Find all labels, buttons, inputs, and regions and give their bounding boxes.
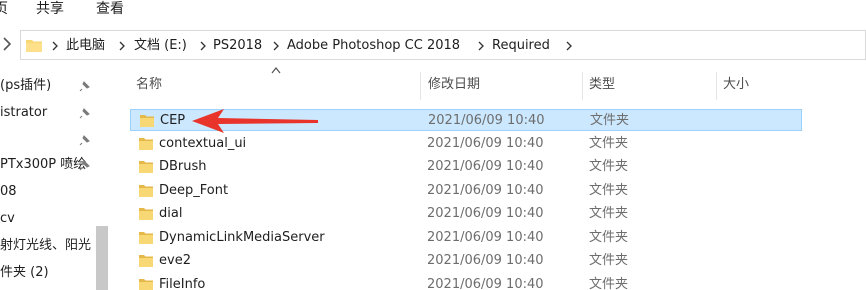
file-name: DBrush — [159, 159, 207, 174]
breadcrumb-required[interactable]: Required — [492, 37, 550, 55]
address-row: 此电脑 文档 (E:) PS2018 Adobe Photoshop CC 20… — [0, 26, 866, 64]
folder-icon — [140, 115, 154, 127]
file-name: FileInfo — [159, 277, 206, 290]
nav-scrollbar[interactable] — [96, 226, 108, 290]
folder-icon — [139, 161, 153, 173]
folder-icon — [139, 279, 153, 290]
folder-icon — [139, 208, 153, 220]
file-name: Deep_Font — [159, 183, 229, 198]
nav-item[interactable]: 射灯光线、阳光 — [0, 237, 91, 255]
file-date: 2021/06/09 10:40 — [427, 277, 544, 290]
column-header-name[interactable]: 名称 — [136, 76, 162, 94]
chevron-right-icon[interactable] — [199, 41, 207, 51]
nav-item[interactable]: 件夹 (2) — [0, 264, 49, 282]
file-type: 文件夹 — [589, 253, 629, 268]
file-row[interactable]: DynamicLinkMediaServer 2021/06/09 10:40 … — [130, 227, 802, 249]
pin-icon[interactable] — [79, 159, 91, 171]
chevron-right-icon[interactable] — [51, 41, 59, 51]
file-row[interactable]: eve2 2021/06/09 10:40 文件夹 — [130, 250, 802, 272]
chevron-right-icon[interactable] — [118, 41, 126, 51]
address-bar[interactable]: 此电脑 文档 (E:) PS2018 Adobe Photoshop CC 20… — [20, 30, 866, 60]
file-type: 文件夹 — [589, 183, 629, 198]
file-date: 2021/06/09 10:40 — [427, 183, 544, 198]
file-type: 文件夹 — [589, 277, 629, 290]
chevron-right-icon[interactable] — [477, 41, 485, 51]
navigation-pane: (ps插件) istrator PTx300P 喷绘 08 cv 射灯光线、阳光… — [0, 66, 110, 290]
ribbon-tabs: 页 共享 查看 — [0, 0, 866, 20]
file-name: dial — [159, 206, 183, 221]
sort-up-icon — [271, 67, 281, 74]
column-divider[interactable] — [716, 72, 717, 100]
ribbon-tab-view[interactable]: 查看 — [96, 0, 124, 18]
folder-icon — [139, 255, 153, 267]
column-divider[interactable] — [420, 72, 421, 100]
file-row[interactable]: DBrush 2021/06/09 10:40 文件夹 — [130, 156, 802, 178]
pin-icon[interactable] — [79, 107, 91, 119]
folder-icon — [139, 138, 153, 150]
column-header-type[interactable]: 类型 — [589, 76, 615, 94]
file-name: contextual_ui — [159, 136, 247, 151]
nav-item[interactable]: PTx300P 喷绘 — [0, 156, 86, 174]
nav-item[interactable]: cv — [0, 210, 15, 228]
file-date: 2021/06/09 10:40 — [427, 136, 544, 151]
file-name: eve2 — [159, 253, 191, 268]
file-type: 文件夹 — [589, 159, 629, 174]
file-date: 2021/06/09 10:40 — [427, 230, 544, 245]
ribbon-tab-partial[interactable]: 页 — [0, 0, 8, 18]
file-date: 2021/06/09 10:40 — [428, 113, 545, 128]
nav-item[interactable]: 08 — [0, 183, 17, 201]
chevron-right-icon[interactable] — [272, 41, 280, 51]
file-date: 2021/06/09 10:40 — [427, 253, 544, 268]
folder-icon — [26, 40, 42, 52]
folder-icon — [139, 232, 153, 244]
file-name: CEP — [160, 113, 186, 128]
file-type: 文件夹 — [590, 113, 630, 128]
file-type: 文件夹 — [589, 136, 629, 151]
file-type: 文件夹 — [589, 230, 629, 245]
annotation-arrow-icon — [192, 109, 318, 133]
breadcrumb-photoshop[interactable]: Adobe Photoshop CC 2018 — [287, 37, 460, 55]
chevron-right-icon[interactable] — [2, 37, 12, 51]
ribbon-tab-share[interactable]: 共享 — [36, 0, 64, 18]
folder-icon — [139, 185, 153, 197]
pin-icon[interactable] — [79, 80, 91, 92]
file-type: 文件夹 — [589, 206, 629, 221]
file-name: DynamicLinkMediaServer — [159, 230, 325, 245]
nav-item[interactable]: (ps插件) — [0, 77, 51, 95]
file-row[interactable]: dial 2021/06/09 10:40 文件夹 — [130, 203, 802, 225]
breadcrumb-ps2018[interactable]: PS2018 — [213, 37, 262, 55]
file-row[interactable]: FileInfo 2021/06/09 10:40 文件夹 — [130, 274, 802, 290]
pin-icon[interactable] — [79, 134, 91, 146]
chevron-right-icon[interactable] — [565, 41, 573, 51]
file-date: 2021/06/09 10:40 — [427, 206, 544, 221]
nav-item[interactable]: istrator — [0, 104, 47, 122]
file-row[interactable]: contextual_ui 2021/06/09 10:40 文件夹 — [130, 133, 802, 155]
column-divider[interactable] — [582, 72, 583, 100]
column-header-date[interactable]: 修改日期 — [428, 76, 480, 94]
file-date: 2021/06/09 10:40 — [427, 159, 544, 174]
column-header-size[interactable]: 大小 — [723, 76, 749, 94]
file-row[interactable]: Deep_Font 2021/06/09 10:40 文件夹 — [130, 180, 802, 202]
file-list: 名称 修改日期 类型 大小 CEP 2021/06/09 10:40 文件夹 c… — [122, 66, 866, 290]
breadcrumb-this-pc[interactable]: 此电脑 — [66, 37, 105, 55]
breadcrumb-drive[interactable]: 文档 (E:) — [134, 37, 187, 55]
